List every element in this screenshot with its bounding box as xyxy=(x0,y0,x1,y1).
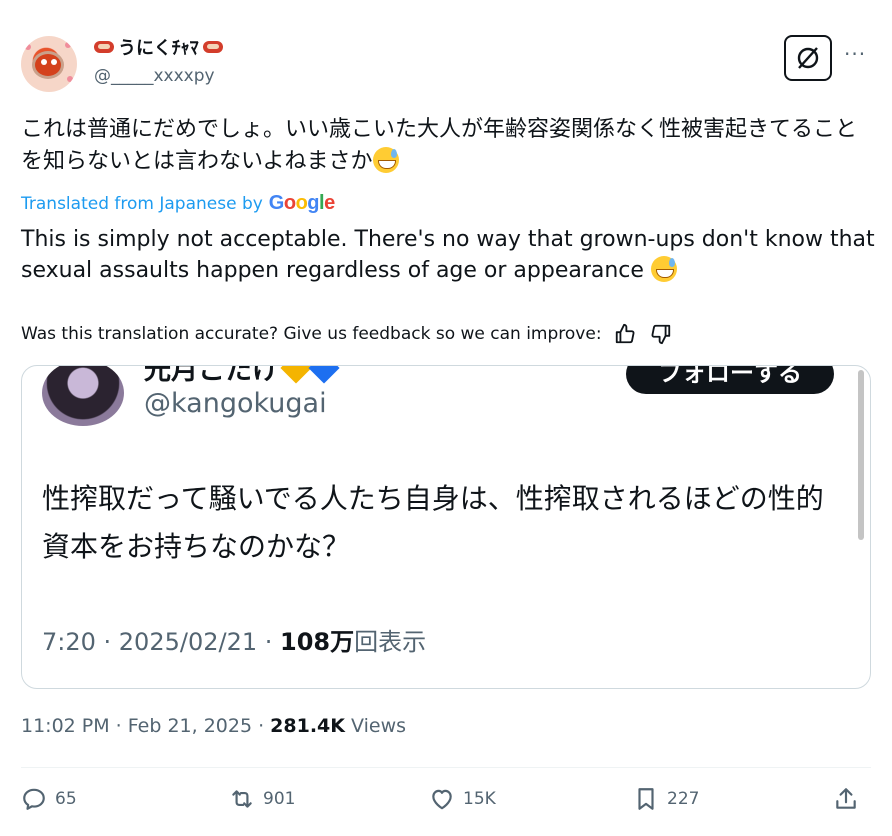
author-handle[interactable]: @_____xxxxpy xyxy=(94,66,215,86)
bookmark-icon xyxy=(638,788,654,810)
share-button[interactable] xyxy=(833,786,859,812)
reply-button[interactable]: 65 xyxy=(21,786,77,812)
translation-attribution: Translated from Japanese by Google xyxy=(21,192,335,215)
thumbs-down-icon[interactable] xyxy=(648,321,674,347)
like-count: 15K xyxy=(463,789,496,809)
quoted-author-name: 光月こたけ xyxy=(144,365,279,386)
author-name-row[interactable]: うにくﾁｬﾏ xyxy=(94,34,223,60)
reply-icon xyxy=(23,788,45,810)
post-text-en: This is simply not acceptable. There's n… xyxy=(21,227,875,283)
post-views-count: 281.4K xyxy=(270,715,345,737)
post-timestamp[interactable]: 11:02 PM · Feb 21, 2025 · xyxy=(21,715,270,737)
sushi-emoji-icon xyxy=(202,41,223,53)
google-logo: Google xyxy=(268,192,335,214)
repost-count: 901 xyxy=(263,789,296,809)
quoted-post-image[interactable]: 光月こたけ フォローする @kangokugai 性搾取だって騒いでる人たち自身… xyxy=(21,365,871,689)
like-button[interactable]: 15K xyxy=(429,786,496,812)
translated-from-label: Translated from Japanese by xyxy=(21,193,263,214)
post-text-original: これは普通にだめでしょ。いい歳こいた大人が年齢容姿関係なく性被害起きてることを知… xyxy=(21,114,871,178)
reply-count: 65 xyxy=(55,789,77,809)
quoted-author-avatar xyxy=(42,366,124,426)
grinning-sweat-emoji-icon xyxy=(372,147,399,173)
thumbs-up-icon[interactable] xyxy=(612,321,638,347)
grinning-sweat-emoji-icon xyxy=(650,256,677,282)
yellow-heart-icon xyxy=(280,366,312,384)
feedback-prompt: Was this translation accurate? Give us f… xyxy=(21,324,602,344)
author-avatar[interactable] xyxy=(21,36,77,92)
avatar-deco xyxy=(67,76,73,82)
avatar-eye xyxy=(51,59,57,65)
quoted-author-name-row: 光月こたけ xyxy=(144,365,340,387)
bookmark-count: 227 xyxy=(667,789,700,809)
blue-heart-icon xyxy=(308,366,340,384)
post-meta: 11:02 PM · Feb 21, 2025 · 281.4K Views xyxy=(21,715,406,737)
action-bar: 65 901 15K 227 xyxy=(21,786,871,820)
share-icon xyxy=(836,788,856,809)
translation-feedback: Was this translation accurate? Give us f… xyxy=(21,321,674,347)
like-icon xyxy=(432,789,452,810)
repost-icon xyxy=(232,790,252,808)
grok-icon xyxy=(797,47,819,69)
quoted-post-time: 7:20 · 2025/02/21 · xyxy=(42,628,280,656)
post-text-jp: これは普通にだめでしょ。いい歳こいた大人が年齢容姿関係なく性被害起きてることを知… xyxy=(21,117,858,174)
avatar-deco xyxy=(65,42,71,48)
sushi-emoji-icon xyxy=(94,41,114,53)
quoted-post-meta: 7:20 · 2025/02/21 · 108万回表示 xyxy=(42,622,426,657)
more-icon[interactable]: ··· xyxy=(844,42,866,66)
quoted-author-handle: @kangokugai xyxy=(144,388,327,419)
avatar-eye xyxy=(41,59,47,65)
divider xyxy=(21,767,871,768)
author-display-name: うにくﾁｬﾏ xyxy=(118,38,199,59)
quoted-views-label: 回表示 xyxy=(354,628,427,656)
quoted-views-count: 108万 xyxy=(280,628,355,656)
post-text-translation: This is simply not acceptable. There's n… xyxy=(21,224,881,286)
repost-button[interactable]: 901 xyxy=(229,786,295,812)
quoted-scrollbar xyxy=(858,370,864,540)
quoted-follow-button: フォローする xyxy=(626,366,834,394)
grok-button[interactable] xyxy=(784,35,832,81)
bookmark-button[interactable]: 227 xyxy=(633,786,699,812)
avatar-deco xyxy=(25,44,31,50)
quoted-post-text: 性搾取だって騒いでる人たち自身は、性搾取されるほどの性的資本をお持ちなのかな？ xyxy=(42,482,824,563)
post-views-label: Views xyxy=(345,715,407,737)
